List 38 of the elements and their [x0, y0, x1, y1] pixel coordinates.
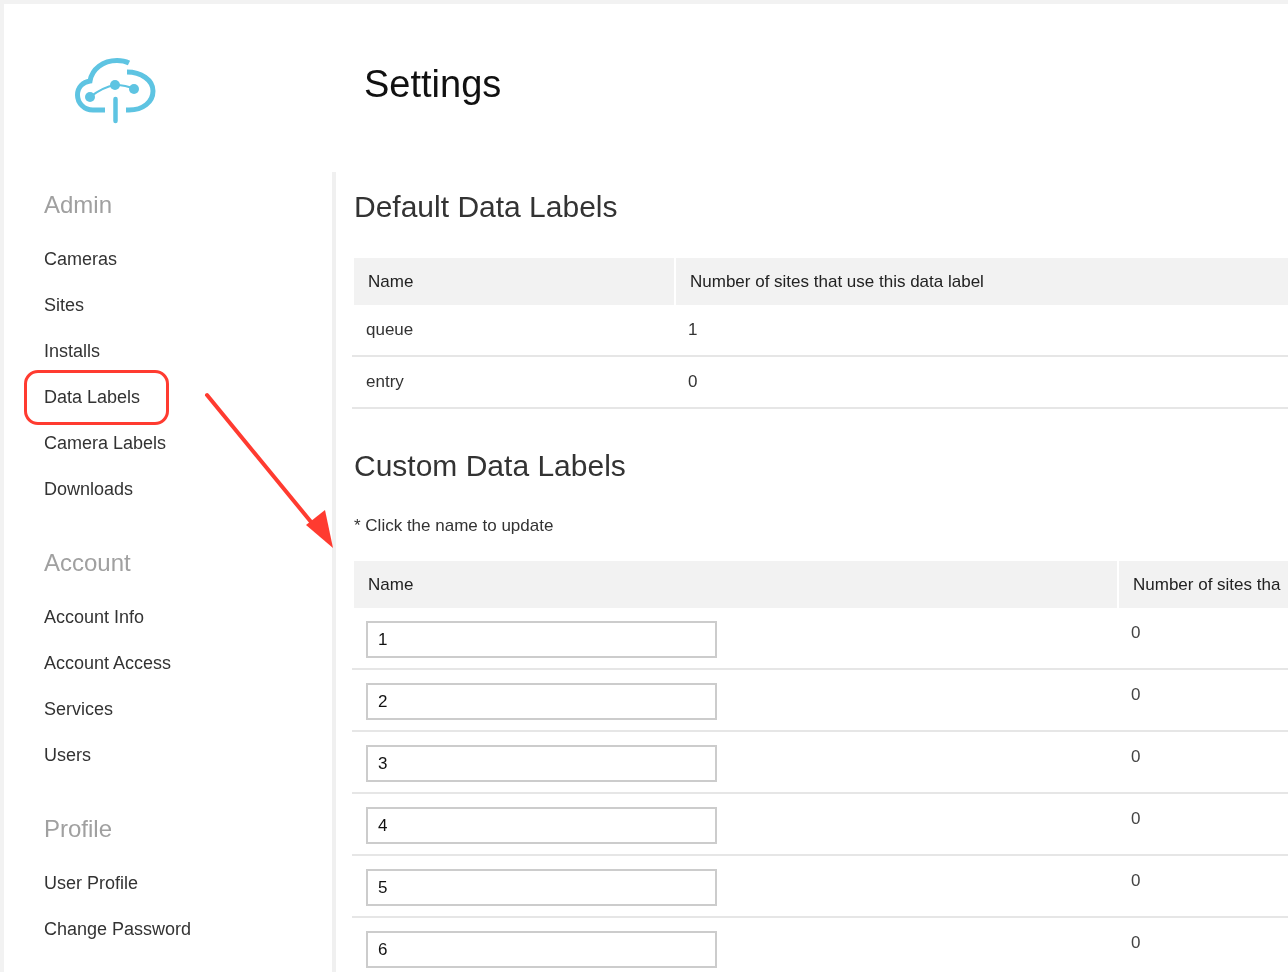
table-cell: queue — [366, 320, 414, 340]
table-cell: 0 — [1131, 747, 1141, 766]
table-cell: 0 — [1131, 685, 1141, 704]
section-heading: Default Data Labels — [354, 189, 618, 225]
name-field[interactable]: 6 — [366, 931, 717, 968]
column-header: Number of sites that use this data label — [676, 258, 1288, 305]
name-field[interactable]: 3 — [366, 745, 717, 782]
sidebar-heading: Account — [44, 548, 131, 578]
column-header: Number of sites tha — [1119, 561, 1288, 608]
table-cell: 0 — [688, 372, 698, 392]
sidebar-link[interactable]: Cameras — [44, 236, 118, 282]
section-heading: Custom Data Labels — [354, 448, 626, 484]
sidebar-link[interactable]: Services — [44, 686, 114, 732]
name-field[interactable]: 4 — [366, 807, 717, 844]
sidebar-link[interactable]: Users — [44, 732, 91, 778]
table-cell: 0 — [1131, 933, 1141, 952]
table-cell: 1 — [688, 320, 698, 340]
page-title: Settings — [364, 62, 502, 107]
table-cell: 0 — [1131, 623, 1141, 642]
name-field[interactable]: 1 — [366, 621, 717, 658]
sidebar-heading: Profile — [44, 814, 113, 844]
sidebar-heading: Admin — [44, 190, 113, 220]
sidebar-link[interactable]: Data Labels — [24, 369, 170, 425]
hint-text: * Click the name to update — [354, 515, 554, 537]
sidebar-link[interactable]: User Profile — [44, 860, 139, 906]
sidebar-link[interactable]: Downloads — [44, 466, 134, 512]
sidebar-link[interactable]: Sites — [44, 282, 85, 328]
table-cell: entry — [366, 372, 404, 392]
name-field[interactable]: 2 — [366, 683, 717, 720]
column-header: Name — [354, 561, 1117, 608]
name-field[interactable]: 5 — [366, 869, 717, 906]
sidebar-link[interactable]: Account Info — [44, 594, 145, 640]
table-cell: 0 — [1131, 871, 1141, 890]
sidebar-link[interactable]: Account Access — [44, 640, 172, 686]
cloud-logo-icon — [75, 58, 157, 124]
sidebar-link[interactable]: Change Password — [44, 906, 192, 952]
table-cell: 0 — [1131, 809, 1141, 828]
column-header: Name — [354, 258, 674, 305]
